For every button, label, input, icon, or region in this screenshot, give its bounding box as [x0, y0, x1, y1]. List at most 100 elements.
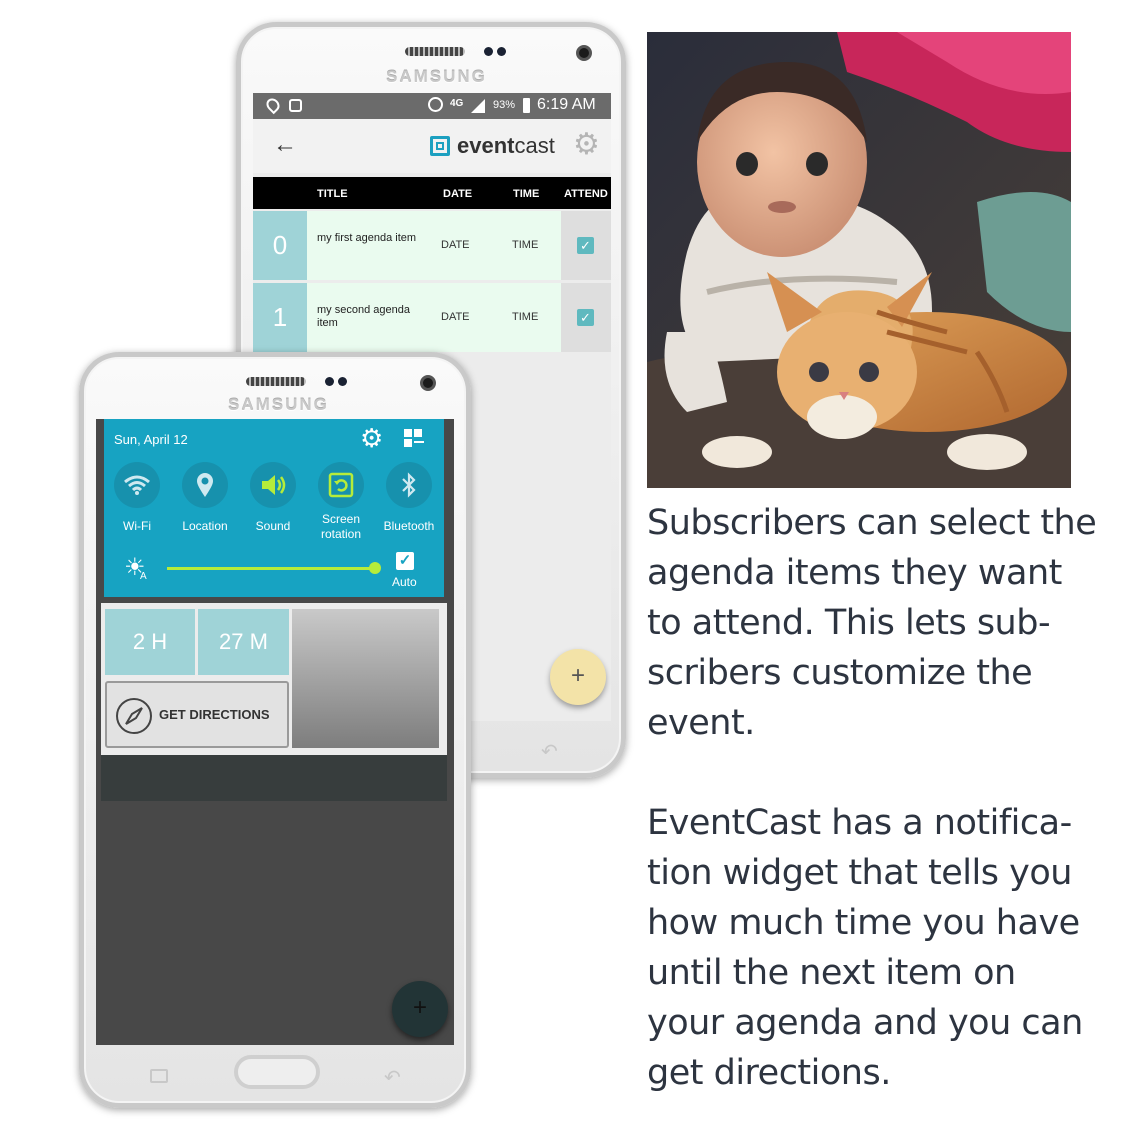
caption-attend: Subscribers can select the agenda items …	[647, 498, 1117, 748]
settings-gear-icon[interactable]: ⚙	[360, 423, 383, 454]
agenda-row[interactable]: 0 my first agenda item DATE TIME ✓	[253, 211, 611, 280]
caption-line: scribers customize the	[647, 653, 1033, 693]
column-header-title: TITLE	[317, 188, 348, 200]
network-type: 4G	[450, 98, 464, 109]
sensor-dot	[497, 47, 506, 56]
notification-footer	[101, 755, 447, 801]
row-date: DATE	[441, 311, 470, 323]
caption-line: EventCast has a notifica-	[647, 803, 1072, 843]
back-key-icon[interactable]: ↶	[384, 1065, 401, 1090]
screen-rotation-toggle[interactable]	[318, 462, 364, 508]
phone-brand: SAMSUNG	[386, 67, 487, 86]
signal-icon	[471, 99, 485, 113]
location-status-icon	[263, 95, 283, 115]
battery-icon	[523, 98, 530, 113]
eventcast-logo-icon	[430, 136, 450, 156]
row-body: my second agenda item DATE TIME	[307, 283, 561, 352]
location-icon	[197, 473, 213, 497]
caption-line: to attend. This lets sub-	[647, 603, 1051, 643]
front-phone-screen: Sun, April 12 ⚙ Wi-Fi Location Sound Scr…	[96, 419, 454, 1045]
caption-line: event.	[647, 703, 755, 743]
eventcast-widget: 2 H 27 M GET DIRECTIONS	[101, 603, 447, 755]
wifi-icon	[124, 475, 150, 495]
map-preview[interactable]	[292, 609, 439, 748]
sensor-dot	[484, 47, 493, 56]
bluetooth-label: Bluetooth	[383, 519, 435, 533]
caption-line: get directions.	[647, 1053, 891, 1093]
earpiece-speaker	[405, 47, 465, 56]
auto-brightness-checkbox[interactable]: ✓	[396, 552, 414, 570]
hours-remaining-tile: 2 H	[105, 609, 195, 675]
compass-icon	[116, 698, 152, 734]
row-time: TIME	[512, 239, 539, 251]
app-bar: ← eventcast ⚙	[253, 119, 611, 173]
brightness-auto-letter: A	[140, 571, 147, 582]
bluetooth-icon	[402, 472, 416, 498]
clock-time: 6:19 AM	[537, 96, 596, 113]
panel-date: Sun, April 12	[114, 432, 188, 447]
screen-status-icon	[289, 99, 302, 112]
minutes-remaining: 27 M	[219, 629, 268, 654]
screen-rotation-icon	[328, 472, 354, 498]
table-header: TITLE DATE TIME ATTEND	[253, 177, 611, 209]
column-header-date: DATE	[443, 188, 473, 200]
status-bar: 4G 93% 6:19 AM	[253, 93, 611, 119]
back-key-icon[interactable]: ↶	[541, 739, 558, 764]
auto-brightness-label: Auto	[392, 575, 417, 589]
caption-line: Subscribers can select the	[647, 503, 1097, 543]
caption-line: your agenda and you can	[647, 1003, 1083, 1043]
brightness-slider-thumb[interactable]	[369, 562, 381, 574]
wifi-toggle[interactable]	[114, 462, 160, 508]
add-item-fab[interactable]: +	[550, 649, 606, 705]
hours-remaining: 2 H	[132, 629, 168, 654]
logo-light: cast	[514, 133, 555, 158]
sensor-dot	[325, 377, 334, 386]
front-camera	[420, 375, 436, 391]
earpiece-speaker	[246, 377, 306, 386]
alarm-icon	[428, 97, 443, 112]
front-camera	[576, 45, 592, 61]
attend-checkbox[interactable]: ✓	[577, 309, 594, 326]
baby-with-toy-cat-photo	[647, 32, 1071, 488]
row-index: 0	[253, 211, 307, 280]
row-time: TIME	[512, 311, 539, 323]
location-toggle[interactable]	[182, 462, 228, 508]
column-header-attend: ATTEND	[564, 188, 608, 200]
photo-illustration	[647, 32, 1071, 488]
settings-gear-icon[interactable]: ⚙	[573, 127, 600, 162]
fab-plus-label: +	[570, 662, 585, 689]
caption-line: until the next item on	[647, 953, 1016, 993]
caption-line: tion widget that tells you	[647, 853, 1072, 893]
row-attend-cell: ✓	[561, 283, 611, 352]
sound-toggle[interactable]	[250, 462, 296, 508]
row-attend-cell: ✓	[561, 211, 611, 280]
caption-line: how much time you have	[647, 903, 1080, 943]
get-directions-label: GET DIRECTIONS	[159, 707, 270, 722]
attend-checkbox[interactable]: ✓	[577, 237, 594, 254]
row-index: 1	[253, 283, 307, 352]
row-body: my first agenda item DATE TIME	[307, 211, 561, 280]
caption-line: agenda items they want	[647, 553, 1062, 593]
quick-settings-panel: Sun, April 12 ⚙ Wi-Fi Location Sound Scr…	[104, 419, 444, 597]
sensor-dot	[338, 377, 347, 386]
back-arrow-icon[interactable]: ←	[273, 131, 297, 159]
recent-apps-key-icon[interactable]	[150, 1069, 168, 1083]
bluetooth-toggle[interactable]	[386, 462, 432, 508]
row-title: my first agenda item	[317, 232, 417, 244]
app-logo-text: eventcast	[457, 133, 555, 159]
add-item-fab[interactable]: +	[392, 981, 448, 1037]
home-button[interactable]	[234, 1055, 320, 1089]
minutes-remaining-tile: 27 M	[198, 609, 289, 675]
front-phone: SAMSUNG Sun, April 12 ⚙ Wi-Fi Location S…	[79, 352, 471, 1108]
column-header-time: TIME	[513, 188, 540, 200]
get-directions-button[interactable]: GET DIRECTIONS	[105, 681, 289, 748]
logo-bold: event	[457, 133, 515, 158]
row-title: my second agenda item	[317, 304, 410, 329]
grid-edit-icon[interactable]	[404, 429, 424, 449]
caption-widget: EventCast has a notifica- tion widget th…	[647, 798, 1117, 1098]
brightness-slider-track[interactable]	[167, 562, 381, 574]
agenda-row[interactable]: 1 my second agenda item DATE TIME ✓	[253, 283, 611, 352]
phone-brand: SAMSUNG	[228, 395, 329, 414]
fab-plus-label: +	[412, 994, 427, 1021]
battery-percent: 93%	[493, 99, 516, 111]
